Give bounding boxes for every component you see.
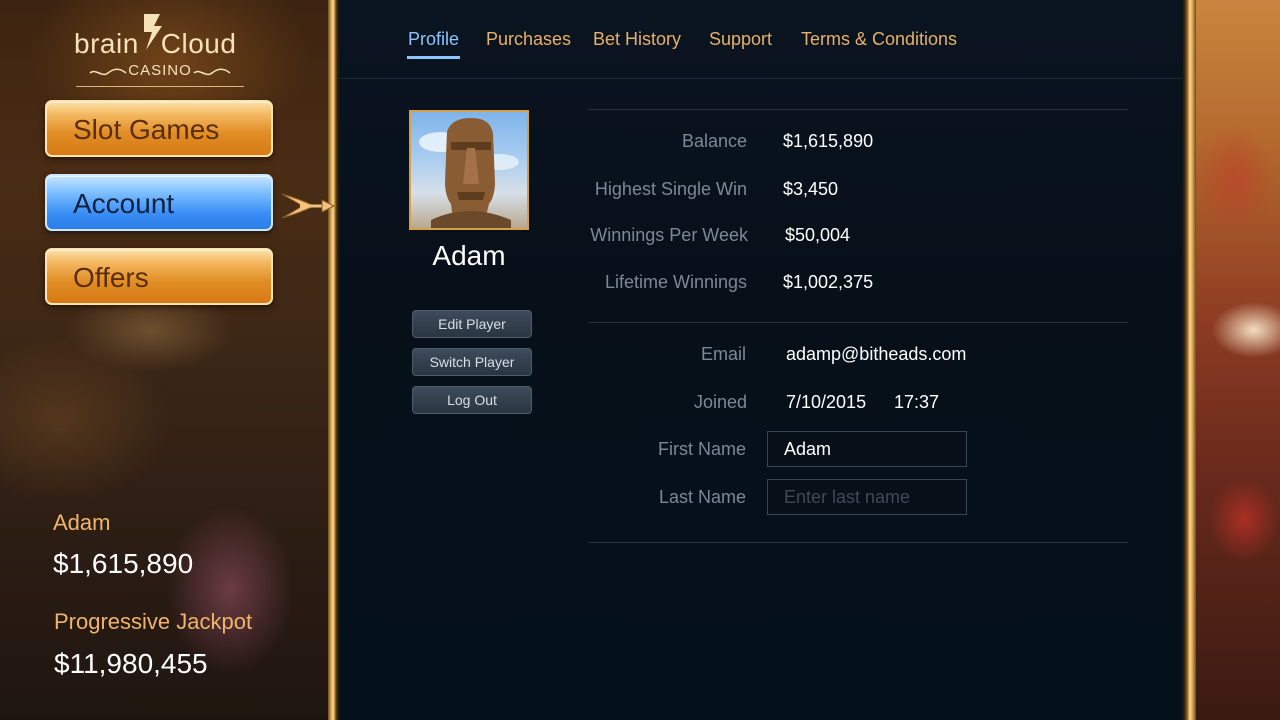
- tab-terms-conditions[interactable]: Terms & Conditions: [801, 29, 957, 50]
- last-name-label: Last Name: [658, 487, 746, 507]
- selected-arrow-ornament-icon: [281, 193, 336, 219]
- tab-support[interactable]: Support: [709, 29, 772, 50]
- braincloud-casino-logo: brain Cloud CASINO: [60, 12, 260, 87]
- nav-button-label: Slot Games: [73, 114, 220, 145]
- first-name-field[interactable]: [767, 431, 967, 467]
- active-tab-underline: [407, 56, 460, 59]
- switch-player-button[interactable]: Switch Player: [412, 348, 532, 376]
- divider: [588, 109, 1128, 110]
- nav-button-label: Account: [73, 188, 175, 219]
- last-name-field[interactable]: [767, 479, 967, 515]
- joined-date: 7/10/2015: [786, 392, 867, 412]
- first-name-label: First Name: [657, 439, 746, 459]
- logo-wordmark: brain Cloud: [74, 28, 237, 59]
- log-out-button[interactable]: Log Out: [412, 386, 532, 414]
- sidebar-player-balance: $1,615,890: [53, 548, 194, 579]
- tab-profile[interactable]: Profile: [408, 29, 459, 50]
- moai-statue-icon: [419, 118, 519, 228]
- sidebar-player-name: Adam: [53, 510, 111, 535]
- stat-value-highest-win: $3,450: [783, 179, 839, 199]
- player-avatar[interactable]: [409, 110, 529, 230]
- stat-label-balance: Balance: [681, 131, 747, 151]
- divider: [588, 542, 1128, 543]
- edit-player-button[interactable]: Edit Player: [412, 310, 532, 338]
- player-name: Adam: [432, 240, 506, 271]
- tab-purchases[interactable]: Purchases: [486, 29, 571, 50]
- casino-background-right: [1194, 0, 1280, 720]
- stat-value-winnings-week: $50,004: [785, 225, 851, 245]
- tab-bet-history[interactable]: Bet History: [593, 29, 681, 50]
- email-label: Email: [700, 344, 746, 364]
- nav-button-account[interactable]: Account: [45, 174, 273, 231]
- joined-time: 17:37: [894, 392, 940, 412]
- jackpot-label: Progressive Jackpot: [54, 609, 253, 634]
- gold-frame-left: [328, 0, 340, 720]
- stat-value-lifetime: $1,002,375: [783, 272, 874, 292]
- gold-frame-right: [1182, 0, 1196, 720]
- tab-divider: [340, 78, 1182, 79]
- logo-underline: [76, 86, 244, 87]
- nav-button-label: Offers: [73, 262, 149, 293]
- stat-value-balance: $1,615,890: [783, 131, 874, 151]
- swirl-ornament-icon: [193, 68, 231, 76]
- nav-button-slot-games[interactable]: Slot Games: [45, 100, 273, 157]
- stat-label-highest-win: Highest Single Win: [594, 179, 747, 199]
- stat-label-lifetime: Lifetime Winnings: [604, 272, 747, 292]
- jackpot-value: $11,980,455: [54, 648, 208, 679]
- stat-label-winnings-week: Winnings Per Week: [590, 225, 748, 245]
- divider: [588, 322, 1128, 323]
- email-value: adamp@bitheads.com: [786, 344, 967, 364]
- nav-button-offers[interactable]: Offers: [45, 248, 273, 305]
- joined-label: Joined: [693, 392, 747, 412]
